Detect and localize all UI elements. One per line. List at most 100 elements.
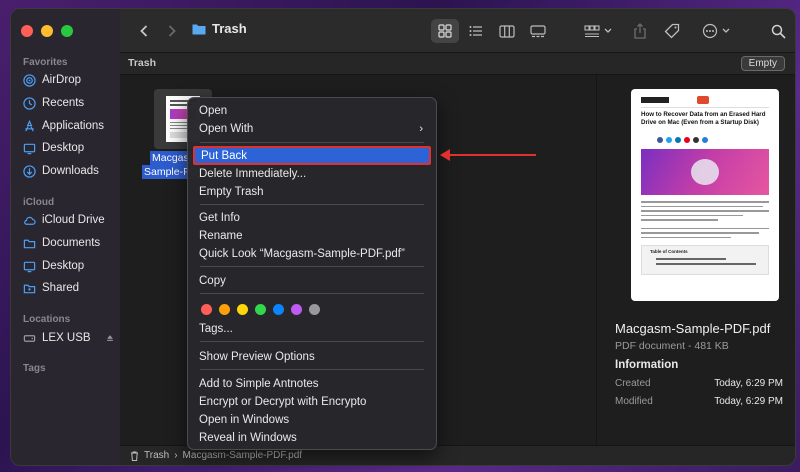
column-view-button[interactable] xyxy=(493,19,521,43)
tag-icon xyxy=(664,23,680,39)
sidebar-item-label: Desktop xyxy=(42,142,85,154)
sidebar-item-label: Applications xyxy=(42,120,105,132)
menu-item-encrypto[interactable]: Encrypt or Decrypt with Encrypto xyxy=(193,393,431,411)
location-title: Trash xyxy=(128,57,157,69)
sidebar-item-lex-usb[interactable]: LEX USB xyxy=(23,328,115,348)
trash-icon xyxy=(131,451,138,461)
created-row: Created Today, 6:29 PM xyxy=(615,378,783,389)
group-grid-icon xyxy=(584,24,600,37)
eject-icon[interactable] xyxy=(105,333,115,343)
sidebar-item-label: AirDrop xyxy=(42,74,81,86)
sidebar-item-label: Documents xyxy=(42,237,101,249)
menu-item-reveal-in-windows[interactable]: Reveal in Windows xyxy=(193,429,431,447)
drive-icon xyxy=(23,334,36,342)
preview-file-type: PDF document - 481 KB xyxy=(615,340,729,352)
locations-section-label: Locations xyxy=(23,314,71,325)
action-button[interactable] xyxy=(698,19,734,43)
preview-doc-title: How to Recover Data from an Erased Hard … xyxy=(641,111,766,126)
gallery-icon xyxy=(530,24,546,37)
sidebar-item-documents[interactable]: Documents xyxy=(23,233,100,253)
tag-color-red[interactable] xyxy=(201,304,212,315)
information-heading: Information xyxy=(615,359,679,371)
toolbar: Trash xyxy=(120,9,795,53)
favorites-section-label: Favorites xyxy=(23,57,68,68)
sidebar-item-recents[interactable]: Recents xyxy=(23,93,84,113)
preview-pane: How to Recover Data from an Erased Hard … xyxy=(596,75,795,445)
sidebar-item-label: LEX USB xyxy=(42,332,91,344)
icon-view-button[interactable] xyxy=(431,19,459,43)
sidebar-item-desktop[interactable]: Desktop xyxy=(23,138,84,158)
sidebar-item-applications[interactable]: Applications xyxy=(23,116,104,136)
sidebar-item-shared[interactable]: Shared xyxy=(23,278,79,298)
tag-button[interactable] xyxy=(660,19,684,43)
window-title: Trash xyxy=(192,21,247,36)
tag-color-orange[interactable] xyxy=(219,304,230,315)
tag-colors xyxy=(201,304,320,315)
menu-item-rename[interactable]: Rename xyxy=(193,227,431,245)
cloud-icon xyxy=(24,216,36,225)
menu-item-quick-look[interactable]: Quick Look “Macgasm-Sample-PDF.pdf” xyxy=(193,245,431,263)
created-value: Today, 6:29 PM xyxy=(714,378,783,389)
menu-item-open-in-windows[interactable]: Open in Windows xyxy=(193,411,431,429)
list-view-button[interactable] xyxy=(462,19,490,43)
sidebar-item-label: iCloud Drive xyxy=(42,214,105,226)
path-crumb-file[interactable]: Macgasm-Sample-PDF.pdf xyxy=(183,450,302,461)
share-button[interactable] xyxy=(628,19,652,43)
downloads-icon xyxy=(23,164,36,178)
pdf-preview: How to Recover Data from an Erased Hard … xyxy=(631,89,779,301)
search-icon xyxy=(771,24,786,39)
share-icon xyxy=(634,23,646,39)
sidebar-item-label: Shared xyxy=(42,282,80,294)
preview-file-name: Macgasm-Sample-PDF.pdf xyxy=(615,321,771,336)
sidebar-item-icloud-drive[interactable]: iCloud Drive xyxy=(23,210,105,230)
desktop-icon xyxy=(23,143,36,154)
chevron-down-icon xyxy=(604,28,612,33)
modified-label: Modified xyxy=(615,396,653,407)
menu-item-open[interactable]: Open xyxy=(193,102,431,120)
menu-item-empty-trash[interactable]: Empty Trash xyxy=(193,183,431,201)
sidebar-item-label: Downloads xyxy=(42,165,99,177)
menu-item-show-preview-options[interactable]: Show Preview Options xyxy=(193,348,431,366)
shared-folder-icon xyxy=(23,284,36,293)
menu-item-add-to-antnotes[interactable]: Add to Simple Antnotes xyxy=(193,375,431,393)
group-button[interactable] xyxy=(580,19,616,43)
folder-icon xyxy=(192,24,206,34)
annotation-arrow xyxy=(440,149,536,161)
tag-color-purple[interactable] xyxy=(291,304,302,315)
tag-color-blue[interactable] xyxy=(273,304,284,315)
back-button[interactable] xyxy=(134,19,154,43)
context-menu: Open Open With › Put Back Delete Immedia… xyxy=(187,97,437,450)
chevron-down-icon xyxy=(722,28,730,33)
article-hero-image xyxy=(641,149,769,195)
table-of-contents-box: Table of Contents xyxy=(641,245,769,275)
close-button[interactable] xyxy=(21,25,33,37)
empty-trash-button[interactable]: Empty xyxy=(740,56,785,71)
airdrop-icon xyxy=(23,73,36,87)
menu-separator xyxy=(200,266,424,267)
search-button[interactable] xyxy=(766,19,790,43)
tag-color-gray[interactable] xyxy=(309,304,320,315)
tag-color-yellow[interactable] xyxy=(237,304,248,315)
sidebar-item-airdrop[interactable]: AirDrop xyxy=(23,70,81,90)
chevron-right-icon: › xyxy=(174,450,178,461)
menu-item-tags[interactable]: Tags... xyxy=(193,320,431,338)
chevron-right-icon: › xyxy=(419,123,423,135)
menu-separator xyxy=(200,204,424,205)
path-crumb-trash[interactable]: Trash xyxy=(144,450,169,461)
tag-color-green[interactable] xyxy=(255,304,266,315)
modified-value: Today, 6:29 PM xyxy=(714,396,783,407)
menu-separator xyxy=(200,142,424,143)
menu-item-delete-immediately[interactable]: Delete Immediately... xyxy=(193,165,431,183)
sidebar-item-downloads[interactable]: Downloads xyxy=(23,161,99,181)
forward-button[interactable] xyxy=(162,19,182,43)
social-icons xyxy=(657,137,708,143)
sidebar-item-icloud-desktop[interactable]: Desktop xyxy=(23,256,84,276)
menu-item-get-info[interactable]: Get Info xyxy=(193,209,431,227)
menu-item-open-with[interactable]: Open With › xyxy=(193,120,431,138)
menu-item-put-back[interactable]: Put Back xyxy=(193,146,431,165)
menu-item-copy[interactable]: Copy xyxy=(193,272,431,290)
menu-separator xyxy=(200,341,424,342)
gallery-view-button[interactable] xyxy=(524,19,552,43)
zoom-button[interactable] xyxy=(61,25,73,37)
minimize-button[interactable] xyxy=(41,25,53,37)
